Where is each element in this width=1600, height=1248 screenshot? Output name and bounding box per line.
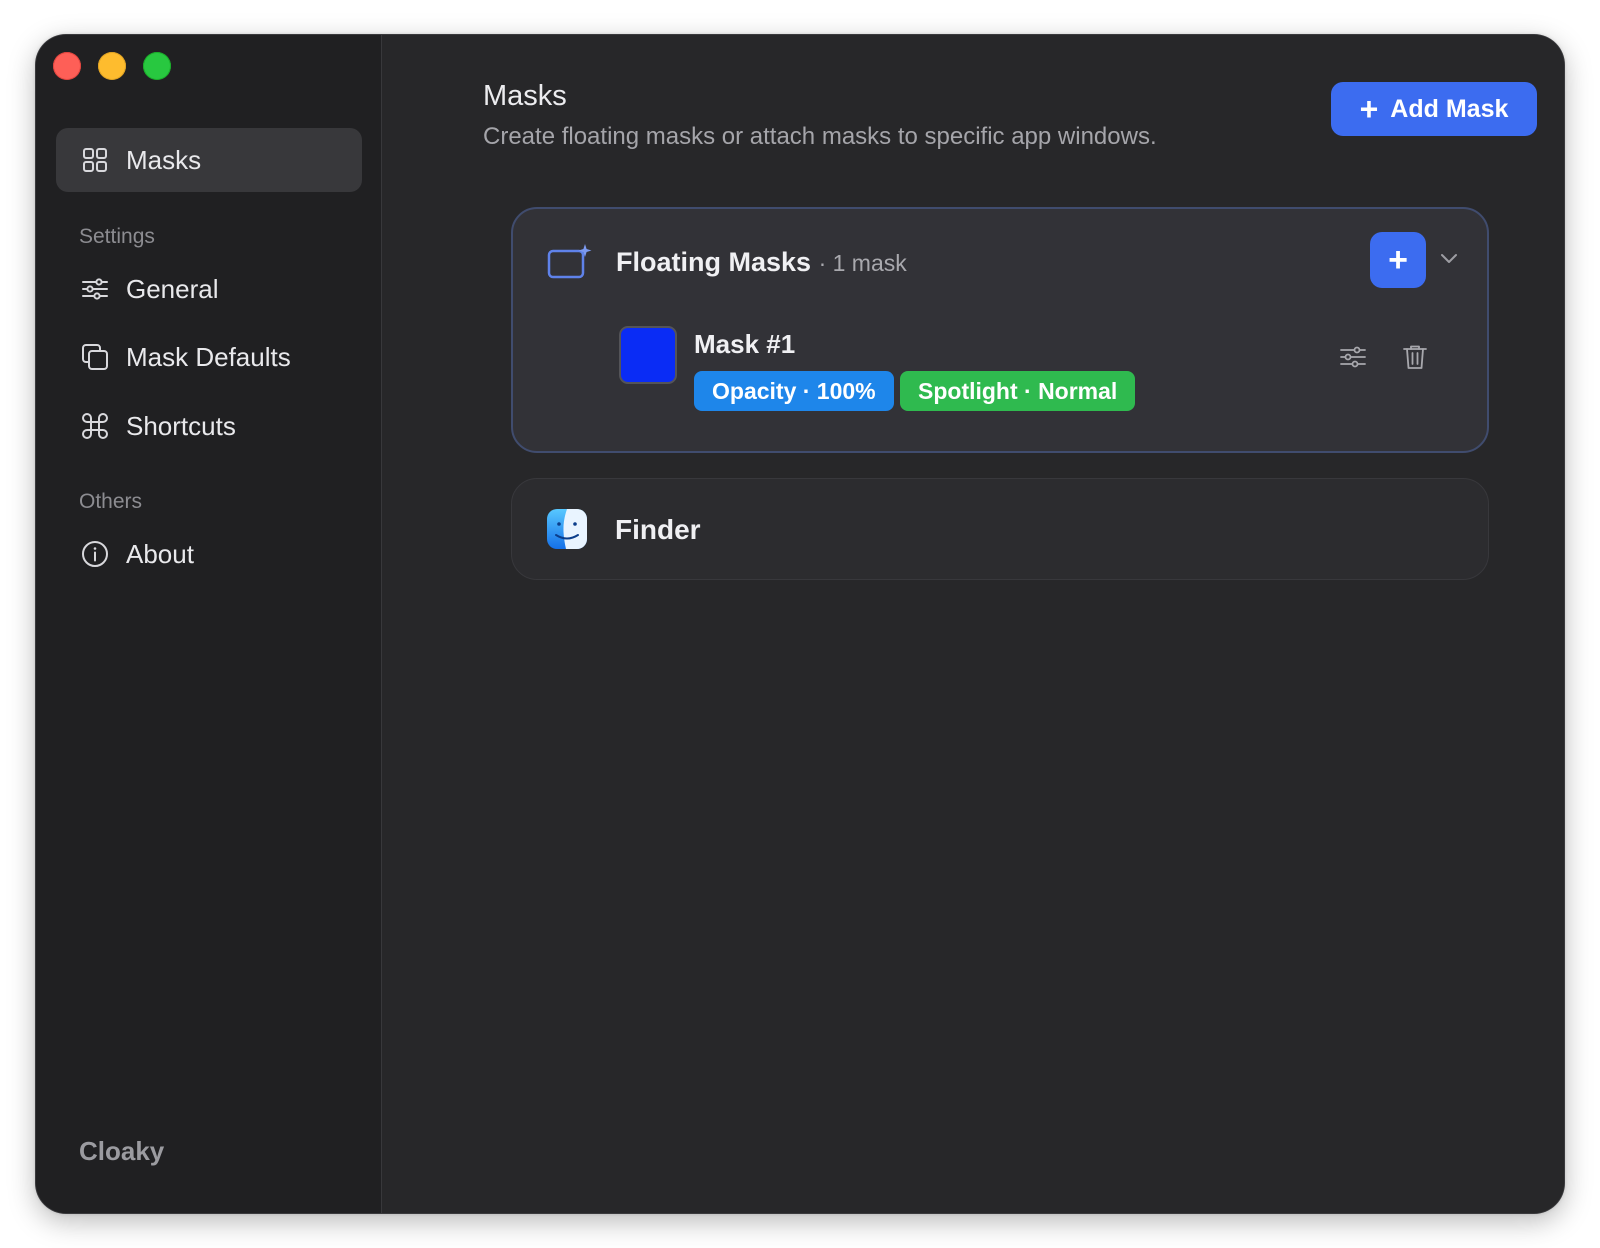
- plus-icon: +: [1388, 240, 1408, 279]
- trash-icon[interactable]: [1400, 342, 1430, 372]
- info-icon: [82, 541, 108, 567]
- finder-group[interactable]: Finder: [511, 478, 1489, 580]
- finder-app-icon: [547, 509, 587, 549]
- group-title: Finder: [615, 514, 701, 545]
- opacity-badge: Opacity · 100%: [694, 371, 894, 411]
- sidebar-item-about[interactable]: About: [56, 522, 362, 586]
- sidebar-item-label: Masks: [126, 144, 202, 175]
- add-mask-label: Add Mask: [1390, 94, 1509, 123]
- floating-window-sparkle-icon: [547, 244, 592, 279]
- plus-icon: +: [1359, 91, 1379, 127]
- mask-color-swatch[interactable]: [619, 326, 677, 384]
- page-title: Masks: [483, 80, 567, 112]
- grid-icon: [83, 148, 107, 172]
- add-floating-mask-button[interactable]: +: [1370, 232, 1426, 288]
- close-window-button[interactable]: [53, 52, 81, 80]
- group-mask-count: · 1 mask: [818, 250, 907, 276]
- app-name: Cloaky: [79, 1136, 165, 1166]
- spotlight-badge: Spotlight · Normal: [900, 371, 1136, 411]
- sliders-icon: [82, 278, 108, 300]
- sidebar-item-mask-defaults[interactable]: Mask Defaults: [56, 325, 362, 389]
- command-icon: [82, 413, 108, 439]
- app-window: Masks Settings General Mask Defaults Sho…: [36, 35, 1564, 1213]
- page-subtitle: Create floating masks or attach masks to…: [483, 123, 1157, 150]
- sidebar-item-label: Mask Defaults: [126, 341, 291, 372]
- mask-name: Mask #1: [694, 329, 796, 359]
- group-title: Floating Masks · 1 mask: [616, 247, 907, 278]
- sidebar: Masks Settings General Mask Defaults Sho…: [36, 35, 382, 1213]
- copy-icon: [82, 344, 108, 370]
- sidebar-item-label: General: [126, 273, 219, 304]
- add-mask-button[interactable]: + Add Mask: [1331, 82, 1537, 136]
- floating-masks-group: Floating Masks · 1 mask + Mask #1 Opacit…: [511, 207, 1489, 453]
- sidebar-item-label: About: [126, 538, 194, 569]
- sidebar-item-shortcuts[interactable]: Shortcuts: [56, 394, 362, 458]
- chevron-down-icon[interactable]: [1438, 247, 1460, 269]
- main-content: Masks Create floating masks or attach ma…: [383, 35, 1564, 1213]
- minimize-window-button[interactable]: [98, 52, 126, 80]
- section-label-settings: Settings: [79, 225, 155, 248]
- sidebar-item-general[interactable]: General: [56, 257, 362, 321]
- sidebar-item-masks[interactable]: Masks: [56, 128, 362, 192]
- mask-settings-icon[interactable]: [1338, 342, 1368, 372]
- group-title-text: Floating Masks: [616, 247, 812, 277]
- section-label-others: Others: [79, 490, 143, 513]
- sidebar-item-label: Shortcuts: [126, 410, 236, 441]
- zoom-window-button[interactable]: [143, 52, 171, 80]
